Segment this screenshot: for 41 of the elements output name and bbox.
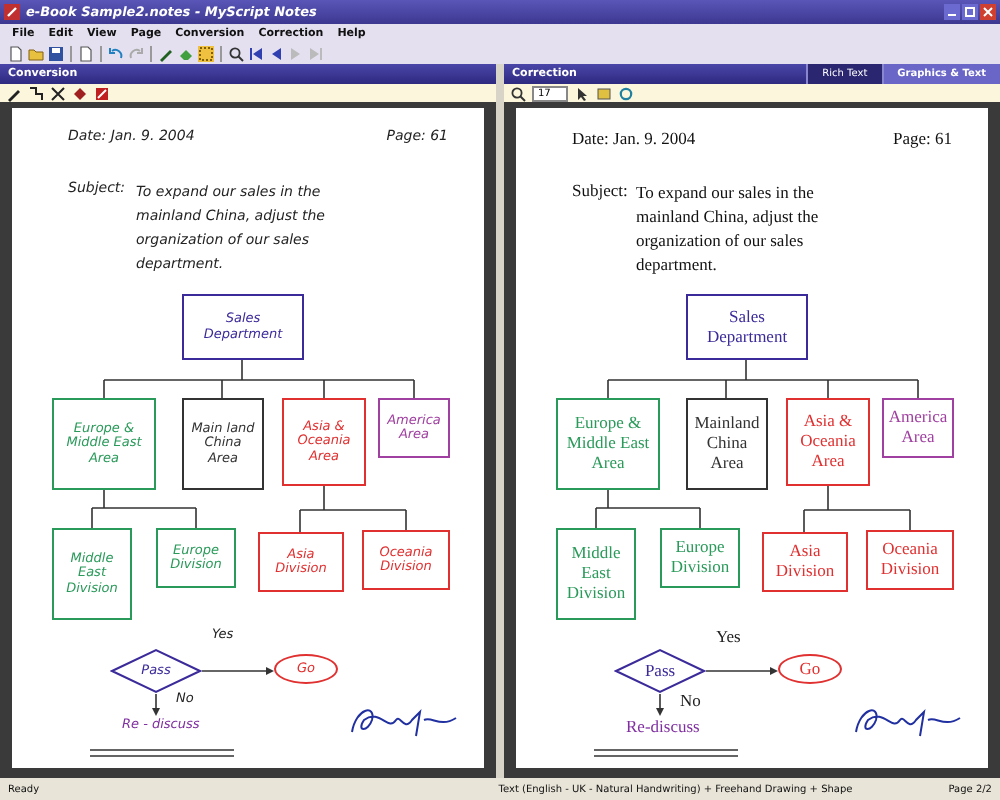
diagram-label: Yes [716, 628, 741, 648]
org-box: Europe Division [660, 528, 740, 588]
selection-icon[interactable] [198, 45, 214, 61]
connector-line [803, 485, 911, 533]
org-box: Europe & Middle East Area [556, 398, 660, 490]
diagram-label: Re-discuss [626, 718, 700, 738]
org-box: Asia Division [762, 532, 848, 592]
page-number-text: Page: 61 [892, 128, 952, 148]
scissors-icon[interactable] [50, 85, 66, 101]
pointer-icon[interactable] [574, 85, 591, 101]
first-page-icon[interactable] [248, 45, 264, 61]
save-icon[interactable] [48, 45, 64, 61]
org-box: Asia & Oceania Area [786, 398, 870, 486]
date-text: Date: Jan. 9. 2004 [572, 128, 696, 148]
arrow [656, 693, 664, 716]
arrow [152, 693, 160, 716]
search-icon[interactable] [510, 85, 526, 101]
signature-drawing [855, 709, 961, 737]
maximize-icon[interactable] [962, 4, 978, 20]
org-box: Mainland China Area [686, 398, 768, 490]
connector-line [299, 485, 407, 533]
org-box: America Area [882, 398, 954, 458]
oval-node: Go [778, 654, 842, 684]
search-icon[interactable] [228, 45, 244, 61]
org-box: Middle East Division [556, 528, 636, 620]
arrow [705, 667, 778, 675]
minimize-icon[interactable] [944, 4, 960, 20]
connector-line [91, 489, 197, 529]
subject-text: To expand our sales in the mainland China, adjust the organization of our sales department. [636, 180, 819, 276]
arrow [201, 667, 274, 675]
app-icon [4, 4, 20, 20]
refresh-icon[interactable] [618, 85, 635, 101]
diagram-label: No [680, 692, 701, 712]
undo-icon[interactable] [108, 45, 124, 61]
subject-label: Subject: [572, 180, 628, 200]
close-icon[interactable] [980, 4, 996, 20]
signature-drawing [351, 709, 457, 737]
decision-diamond: Pass [614, 648, 706, 694]
connector-line [595, 489, 701, 529]
org-box: Sales Department [686, 294, 808, 360]
org-box: Oceania Division [866, 530, 954, 590]
